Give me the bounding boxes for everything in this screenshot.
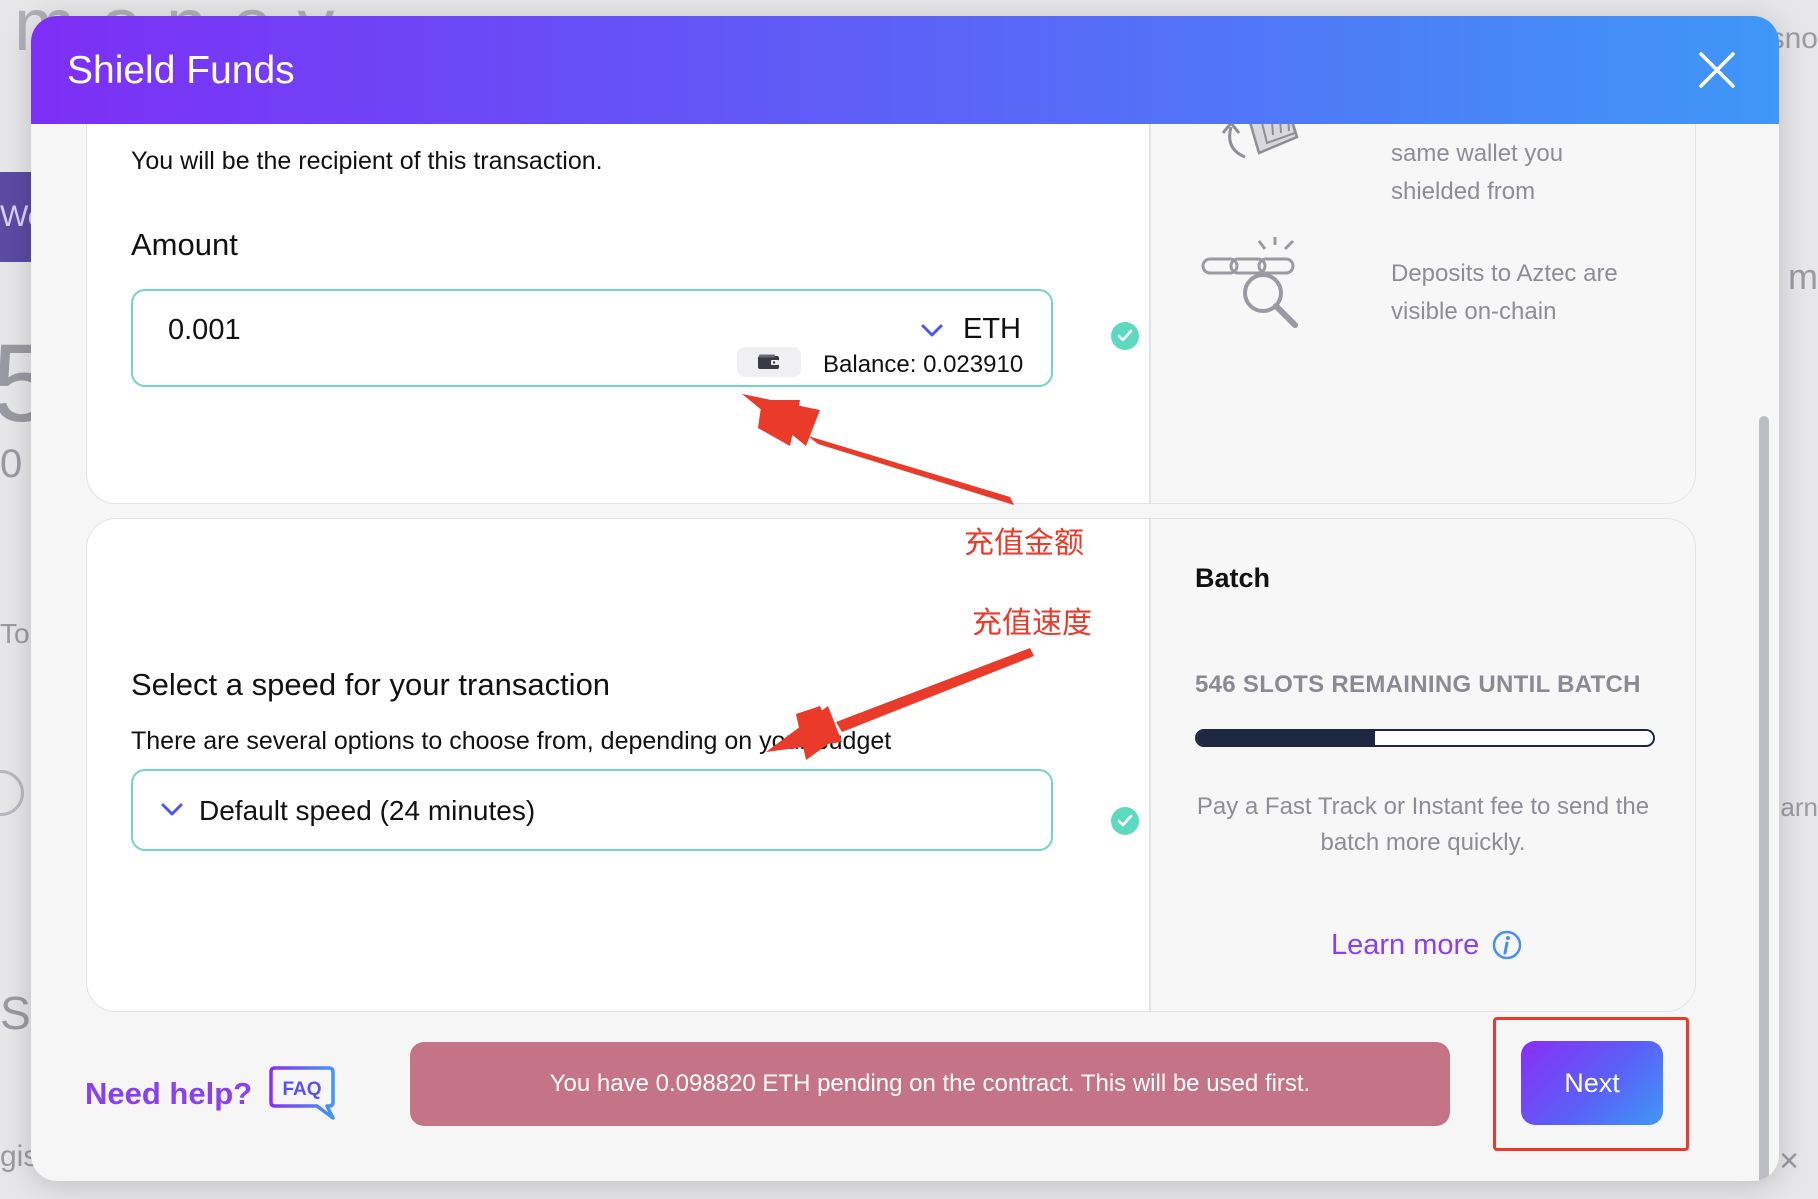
learn-more-text[interactable]: Learn more (1331, 929, 1479, 961)
next-button[interactable]: Next (1521, 1041, 1663, 1125)
chevron-down-icon[interactable] (161, 803, 183, 817)
speed-title: Select a speed for your transaction (131, 667, 611, 702)
batch-title: Batch (1195, 563, 1271, 593)
background-subtext: 0 (0, 442, 23, 486)
wallet-icon (758, 354, 779, 369)
wallet-max-button[interactable] (737, 347, 801, 377)
background-right-text-2: m (1788, 256, 1818, 297)
balance-text: Balance: 0.023910 (823, 351, 1024, 378)
recipient-note: You will be the recipient of this transa… (131, 147, 603, 175)
info-text-chain: Deposits to Aztec are visible on-chain (1391, 260, 1618, 325)
chain-search-icon (1201, 237, 1298, 328)
speed-selected-value[interactable]: Default speed (24 minutes) (199, 795, 535, 827)
shield-funds-modal: You will be the recipient of this transa… (31, 16, 1779, 1181)
faq-label: FAQ (282, 1079, 321, 1100)
need-help-link[interactable]: Need help? (85, 1076, 252, 1112)
background-circle-icon (0, 770, 24, 816)
chevron-down-icon[interactable] (921, 324, 943, 338)
modal-scrollbar[interactable] (1759, 416, 1769, 1181)
close-icon[interactable] (1697, 50, 1737, 90)
speed-subtitle: There are several options to choose from… (131, 727, 892, 755)
batch-progress-bar (1195, 729, 1655, 747)
info-icon[interactable] (1491, 929, 1523, 961)
batch-note: Pay a Fast Track or Instant fee to send … (1196, 793, 1650, 856)
speed-select[interactable]: Default speed (24 minutes) (131, 769, 1053, 851)
privacy-info-panel: ZK same wallet you shielded from (1151, 77, 1695, 503)
modal-title: Shield Funds (67, 49, 295, 92)
background-right-text-3: arn (1780, 792, 1818, 822)
speed-valid-check-icon (1111, 807, 1139, 835)
pending-banner: You have 0.098820 ETH pending on the con… (410, 1042, 1450, 1126)
background-label: To (0, 618, 30, 649)
slots-remaining: 546 SLOTS REMAINING UNTIL BATCH (1195, 671, 1641, 698)
learn-more-link[interactable]: Learn more (1331, 929, 1522, 962)
info-text-wallet: same wallet you shielded from (1391, 140, 1564, 205)
amount-card: You will be the recipient of this transa… (86, 76, 1696, 504)
amount-valid-check-icon (1111, 322, 1139, 350)
annotation-amount-label: 充值金额 (964, 526, 1084, 561)
amount-value[interactable]: 0.001 (168, 314, 241, 347)
annotation-speed-label: 充值速度 (972, 606, 1092, 641)
currency-select[interactable]: ETH (963, 313, 1021, 346)
batch-progress-fill (1197, 731, 1375, 745)
background-close-icon: ✕ (1778, 1146, 1800, 1176)
amount-label: Amount (131, 227, 238, 262)
faq-icon[interactable]: FAQ (267, 1064, 337, 1122)
batch-panel: Batch 546 SLOTS REMAINING UNTIL BATCH Pa… (1151, 519, 1695, 1011)
modal-header: Shield Funds (31, 16, 1779, 124)
speed-card: Select a speed for your transaction Ther… (86, 518, 1696, 1012)
amount-input[interactable]: 0.001 ETH Balance: 0.023910 (131, 289, 1053, 387)
